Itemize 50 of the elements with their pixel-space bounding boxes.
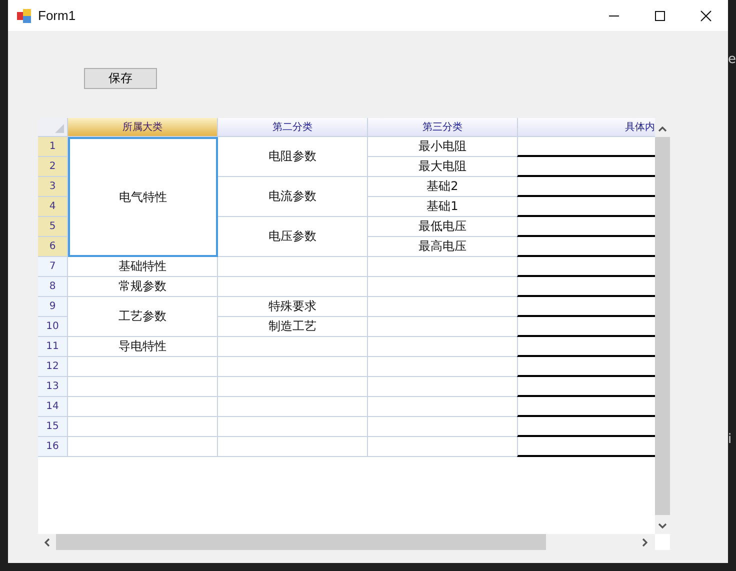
table-cell[interactable]: 制造工艺 [218, 317, 368, 337]
table-cell[interactable]: 电压参数 [218, 217, 368, 257]
table-cell[interactable]: 常规参数 [68, 277, 218, 297]
table-cell[interactable]: 特殊要求 [218, 297, 368, 317]
table-cell[interactable]: 最小电阻 [368, 137, 518, 157]
scroll-right-icon[interactable] [642, 538, 648, 546]
table-cell[interactable]: 最低电压 [368, 217, 518, 237]
row-header[interactable]: 6 [38, 237, 68, 257]
row-header[interactable]: 11 [38, 337, 68, 357]
table-cell[interactable]: 基础2 [368, 177, 518, 197]
close-icon[interactable] [700, 10, 712, 22]
row-header[interactable]: 10 [38, 317, 68, 337]
column-header[interactable]: 具体内 [518, 118, 655, 137]
table-cell[interactable]: 最高电压 [368, 237, 518, 257]
table-cell[interactable]: 工艺参数 [68, 297, 218, 337]
row-header[interactable]: 15 [38, 417, 68, 437]
row-header[interactable]: 14 [38, 397, 68, 417]
row-header[interactable]: 7 [38, 257, 68, 277]
scroll-left-icon[interactable] [44, 538, 50, 546]
row-header[interactable]: 1 [38, 137, 68, 157]
row-header[interactable]: 16 [38, 437, 68, 457]
row-header[interactable]: 9 [38, 297, 68, 317]
column-header[interactable]: 第二分类 [218, 118, 368, 137]
background-text: e [728, 52, 736, 67]
maximize-icon[interactable] [654, 10, 666, 22]
table-cell[interactable]: 基础1 [368, 197, 518, 217]
table-cell[interactable]: 导电特性 [68, 337, 218, 357]
table-cell[interactable]: 电阻参数 [218, 137, 368, 177]
row-header[interactable]: 5 [38, 217, 68, 237]
row-header[interactable]: 12 [38, 357, 68, 377]
table-cell[interactable]: 电气特性 [68, 137, 218, 257]
background-text: i [728, 432, 732, 447]
save-button[interactable]: 保存 [84, 68, 157, 89]
row-header[interactable]: 2 [38, 157, 68, 177]
table-cell[interactable]: 最大电阻 [368, 157, 518, 177]
scroll-down-icon[interactable] [658, 523, 667, 529]
row-header[interactable]: 13 [38, 377, 68, 397]
app-icon [17, 8, 31, 22]
table-cell[interactable]: 电流参数 [218, 177, 368, 217]
scroll-thumb[interactable] [56, 534, 546, 550]
table-cell[interactable]: 基础特性 [68, 257, 218, 277]
window-title: Form1 [38, 8, 76, 23]
row-header[interactable]: 3 [38, 177, 68, 197]
corner-triangle-icon [55, 124, 64, 133]
row-header[interactable]: 8 [38, 277, 68, 297]
horizontal-scrollbar[interactable] [38, 534, 655, 550]
scroll-up-icon[interactable] [658, 126, 667, 132]
column-header[interactable]: 第三分类 [368, 118, 518, 137]
column-header[interactable]: 所属大类 [68, 118, 218, 137]
row-header[interactable]: 4 [38, 197, 68, 217]
